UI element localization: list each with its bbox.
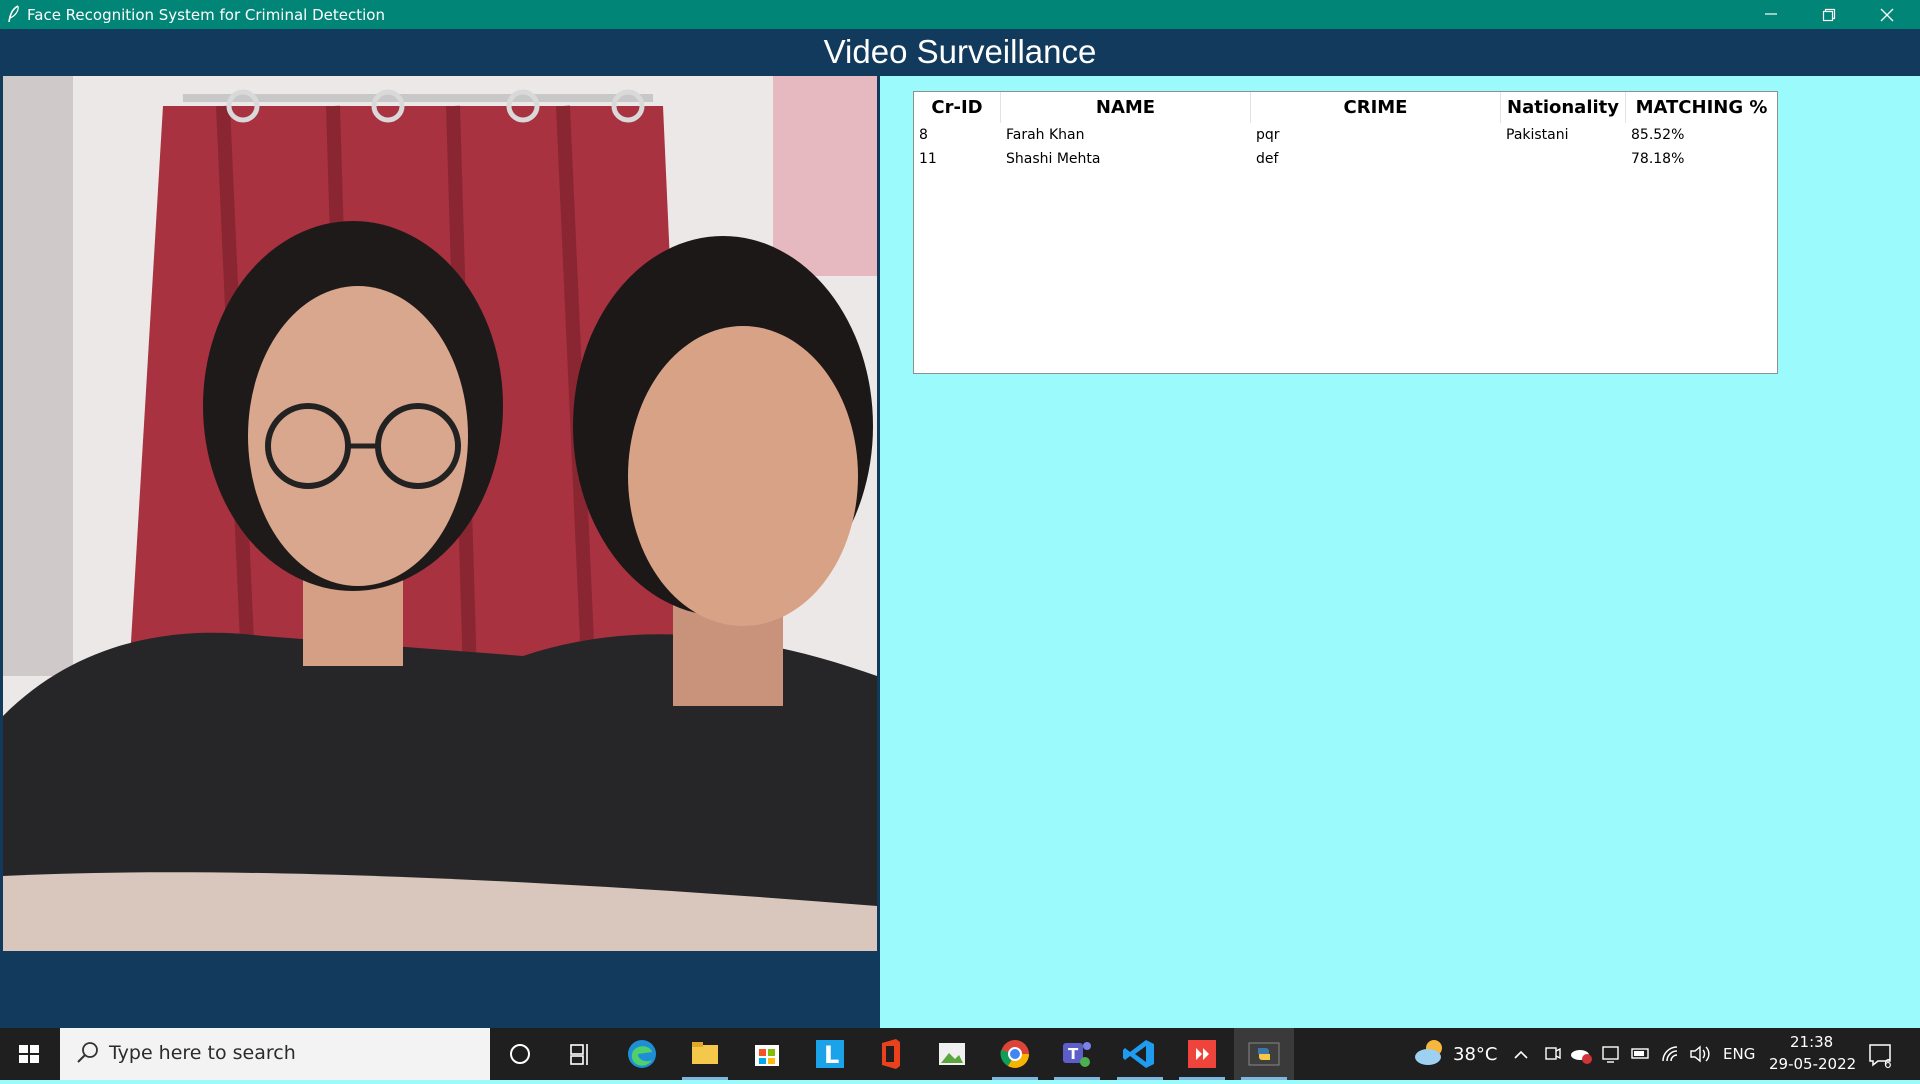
weather-cloud-sun-icon[interactable] — [1412, 1028, 1446, 1080]
file-explorer-icon — [692, 1042, 718, 1064]
cell-crid: 11 — [919, 151, 937, 167]
clock-time[interactable]: 21:38 — [1790, 1033, 1833, 1051]
table-row[interactable]: 8 Farah Khan pqr Pakistani 85.52% — [914, 124, 1777, 148]
column-header-crid[interactable]: Cr-ID — [914, 92, 1001, 123]
page-title: Video Surveillance — [823, 33, 1097, 70]
restore-button[interactable] — [1800, 0, 1858, 29]
notification-count: 6 — [1884, 1057, 1892, 1071]
anydesk-button[interactable] — [1172, 1028, 1232, 1080]
office-button[interactable] — [860, 1028, 920, 1080]
column-header-matching[interactable]: MATCHING % — [1626, 92, 1777, 123]
cell-crid: 8 — [919, 127, 928, 143]
teams-icon: T — [1063, 1042, 1091, 1067]
chrome-button[interactable] — [985, 1028, 1045, 1080]
close-button[interactable] — [1858, 0, 1916, 29]
svg-text:T: T — [1068, 1045, 1079, 1063]
cortana-icon — [510, 1044, 530, 1064]
notification-icon[interactable] — [1866, 1028, 1896, 1080]
file-explorer-button[interactable] — [675, 1028, 735, 1080]
edge-icon — [628, 1040, 656, 1068]
python-icon — [1248, 1042, 1280, 1066]
taskbar-search[interactable]: Type here to search — [60, 1028, 490, 1080]
office-icon — [882, 1039, 900, 1069]
minimize-button[interactable] — [1742, 0, 1800, 29]
wifi-icon[interactable] — [1660, 1028, 1682, 1080]
store-button[interactable] — [737, 1028, 797, 1080]
display-icon[interactable] — [1601, 1028, 1621, 1080]
store-icon — [755, 1045, 779, 1066]
minimize-icon — [1765, 13, 1777, 15]
feather-icon — [8, 5, 19, 23]
photos-button[interactable] — [922, 1028, 982, 1080]
windows-start-icon — [19, 1045, 39, 1063]
column-header-nationality[interactable]: Nationality — [1501, 92, 1626, 123]
start-button[interactable] — [0, 1028, 58, 1080]
anydesk-icon — [1188, 1040, 1216, 1068]
svg-text:L: L — [824, 1041, 839, 1069]
l-app-icon: L — [816, 1040, 844, 1069]
teams-button[interactable]: T — [1047, 1028, 1107, 1080]
cell-name: Farah Khan — [1006, 127, 1085, 143]
cell-nationality: Pakistani — [1506, 127, 1569, 143]
taskbar: Type here to search L T 38°C ENG 21:38 2… — [0, 1028, 1920, 1080]
cortana-button[interactable] — [490, 1028, 550, 1080]
column-header-crime[interactable]: CRIME — [1251, 92, 1501, 123]
restore-icon — [1822, 8, 1836, 22]
cell-crime: def — [1256, 151, 1279, 167]
window-title-bar: Face Recognition System for Criminal Det… — [0, 0, 1920, 29]
chrome-icon — [1000, 1040, 1029, 1068]
cell-name: Shashi Mehta — [1006, 151, 1101, 167]
search-placeholder: Type here to search — [109, 1042, 296, 1064]
cell-matching: 78.18% — [1631, 151, 1685, 167]
onedrive-error-icon[interactable] — [1569, 1028, 1593, 1080]
volume-icon[interactable] — [1688, 1028, 1712, 1080]
search-icon — [77, 1042, 98, 1063]
language-indicator[interactable]: ENG — [1723, 1045, 1755, 1063]
task-view-icon — [570, 1044, 588, 1065]
python-button[interactable] — [1234, 1028, 1294, 1080]
video-panel — [0, 76, 880, 1028]
window-title: Face Recognition System for Criminal Det… — [27, 6, 385, 24]
close-icon — [1880, 8, 1894, 22]
battery-icon[interactable] — [1630, 1028, 1652, 1080]
meet-now-icon[interactable] — [1543, 1028, 1563, 1080]
weather-temp[interactable]: 38°C — [1453, 1044, 1497, 1065]
cell-matching: 85.52% — [1631, 127, 1685, 143]
chevron-up-icon[interactable] — [1511, 1028, 1531, 1080]
vscode-icon — [1123, 1040, 1154, 1068]
results-table: Cr-ID NAME CRIME Nationality MATCHING % … — [913, 91, 1778, 374]
clock-date[interactable]: 29-05-2022 — [1769, 1055, 1856, 1073]
webcam-feed — [3, 76, 877, 951]
header-band: Video Surveillance — [0, 29, 1920, 76]
vscode-button[interactable] — [1110, 1028, 1170, 1080]
l-app-button[interactable]: L — [800, 1028, 860, 1080]
photos-icon — [939, 1043, 965, 1065]
column-header-name[interactable]: NAME — [1001, 92, 1251, 123]
webcam-image — [3, 76, 877, 951]
edge-button[interactable] — [612, 1028, 672, 1080]
table-row[interactable]: 11 Shashi Mehta def 78.18% — [914, 148, 1777, 172]
cell-crime: pqr — [1256, 127, 1280, 143]
task-view-button[interactable] — [550, 1028, 610, 1080]
